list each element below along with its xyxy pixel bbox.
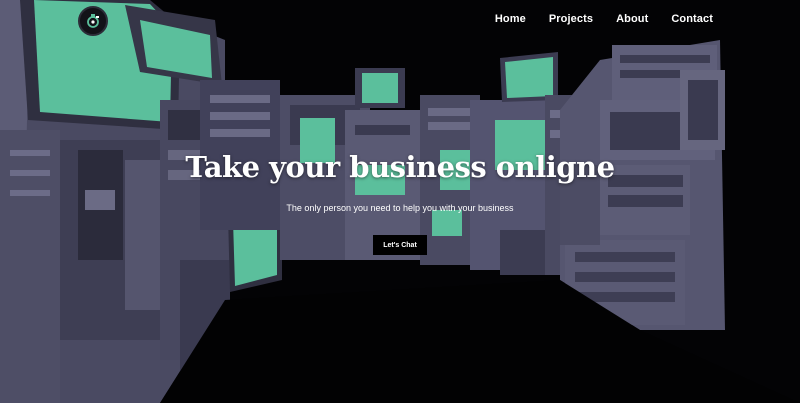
lets-chat-button[interactable]: Let's Chat (373, 235, 427, 255)
gear-bulb-icon (87, 14, 99, 28)
main-nav: Home Projects About Contact (472, 13, 713, 25)
nav-home-link[interactable]: Home (495, 13, 526, 25)
hero-background-illustration (0, 0, 800, 403)
hero-title: Take your business onligne (185, 150, 615, 184)
hero-subtitle: The only person you need to help you wit… (286, 203, 514, 213)
nav-projects-link[interactable]: Projects (549, 13, 593, 25)
nav-about-link[interactable]: About (616, 13, 648, 25)
site-logo[interactable] (78, 6, 108, 36)
hero-section: Home Projects About Contact Take your bu… (0, 0, 800, 403)
nav-contact-link[interactable]: Contact (671, 13, 713, 25)
